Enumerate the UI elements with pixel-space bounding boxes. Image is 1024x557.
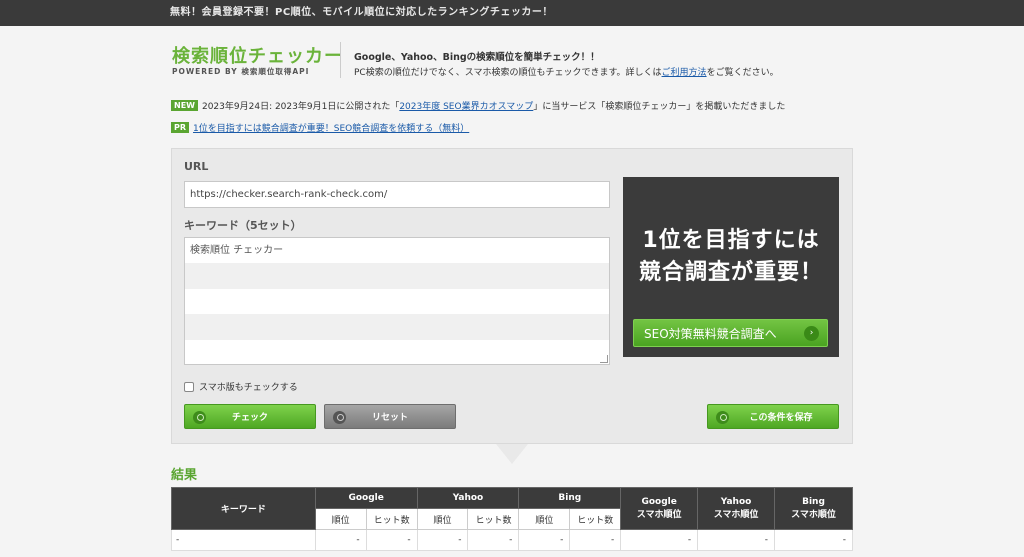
col-header-google-sp-l2: スマホ順位	[636, 510, 682, 520]
news-notice: NEW 2023年9月24日: 2023年9月1日に公開された「2023年度 SE…	[171, 99, 785, 112]
news-text: 2023年9月24日: 2023年9月1日に公開された「	[201, 102, 400, 112]
mobile-check-row[interactable]: スマホ版もチェックする	[184, 380, 298, 393]
keyword-label: キーワード（5セット）	[184, 219, 302, 232]
header-description: Google、Yahoo、Bingの検索順位を簡単チェック！！	[354, 52, 600, 63]
top-banner-text: 無料！会員登録不要！PC順位、モバイル順位に対応したランキングチェッカー！	[170, 7, 553, 18]
url-label: URL	[184, 160, 209, 173]
competitor-ad-banner[interactable]: 1位を目指すには 競合調査が重要！ SEO対策無料競合調査へ ›	[623, 177, 839, 357]
desc-text-after: をご覧ください。	[706, 68, 779, 78]
sub-header-hits: ヒット数	[365, 508, 418, 530]
chaos-map-link[interactable]: 2023年度 SEO業界カオスマップ	[399, 102, 533, 112]
col-header-bing-sp: Bing スマホ順位	[774, 487, 853, 530]
col-header-google-sp-l1: Google	[641, 497, 677, 507]
ad-headline: 1位を目指すには 競合調査が重要！	[623, 225, 839, 289]
top-banner: 無料！会員登録不要！PC順位、モバイル順位に対応したランキングチェッカー！	[0, 0, 1024, 26]
ad-headline-line2: 競合調査が重要！	[638, 260, 823, 285]
sub-header-hits: ヒット数	[467, 508, 520, 530]
col-header-bing: Bing	[518, 487, 622, 509]
save-button-label: この条件を保存	[749, 413, 813, 423]
ad-cta-label: SEO対策無料競合調査へ	[644, 326, 777, 341]
ad-cta-button[interactable]: SEO対策無料競合調査へ ›	[633, 319, 828, 347]
check-button-label: チェック	[231, 413, 268, 423]
result-cell: -	[518, 529, 571, 551]
keyword-line[interactable]	[185, 340, 609, 364]
check-icon	[193, 411, 206, 424]
reset-button[interactable]: リセット	[324, 404, 456, 429]
result-cell: -	[569, 529, 622, 551]
ad-headline-line1: 1位を目指すには	[642, 228, 820, 253]
pr-notice: PR 1位を目指すには競合調査が重要！SEO競合調査を依頼する（無料）	[171, 121, 469, 134]
header-divider	[340, 42, 341, 78]
keyword-line[interactable]	[185, 289, 609, 314]
news-text-after: 」に当サービス「検索順位チェッカー」を掲載いただきました	[533, 102, 786, 112]
desc-text: PC検索の順位だけでなく、スマホ検索の順位もチェックできます。詳しくは	[354, 68, 662, 78]
results-title: 結果	[171, 468, 198, 483]
keyword-textarea[interactable]: 検索順位 チェッカー	[184, 237, 610, 365]
keyword-line[interactable]	[185, 263, 609, 289]
result-cell: -	[314, 529, 367, 551]
site-logo-title[interactable]: 検索順位チェッカー	[172, 42, 343, 68]
col-header-bing-sp-l2: スマホ順位	[791, 510, 836, 520]
result-cell: -	[365, 529, 418, 551]
reset-button-label: リセット	[371, 413, 408, 423]
header-description-line2: PC検索の順位だけでなく、スマホ検索の順位もチェックできます。詳しくはご利用方法…	[354, 65, 779, 78]
panel-pointer	[496, 444, 528, 464]
result-cell: -	[416, 529, 469, 551]
site-logo-subtitle: POWERED BY 検索順位取得API	[172, 67, 310, 76]
sub-header-rank: 順位	[416, 508, 469, 530]
result-cell: -	[774, 529, 853, 551]
seo-competitor-link[interactable]: 1位を目指すには競合調査が重要！SEO競合調査を依頼する（無料）	[193, 124, 469, 134]
col-header-yahoo: Yahoo	[416, 487, 520, 509]
keyword-line[interactable]: 検索順位 チェッカー	[185, 238, 609, 263]
arrow-right-icon: ›	[804, 326, 819, 341]
table-row: - - - - - - - - - -	[171, 529, 853, 551]
new-badge: NEW	[171, 100, 198, 111]
col-header-bing-sp-l1: Bing	[802, 497, 825, 507]
keyword-line[interactable]	[185, 314, 609, 340]
col-header-google-sp: Google スマホ順位	[620, 487, 699, 530]
save-icon	[716, 411, 729, 424]
sub-header-rank: 順位	[314, 508, 367, 530]
pr-badge: PR	[171, 122, 190, 133]
usage-guide-link[interactable]: ご利用方法	[662, 68, 707, 78]
col-header-keyword: キーワード	[171, 487, 316, 530]
col-header-yahoo-sp-l2: スマホ順位	[713, 510, 759, 520]
col-header-yahoo-sp: Yahoo スマホ順位	[697, 487, 776, 530]
mobile-check-label[interactable]: スマホ版もチェックする	[199, 380, 298, 393]
result-cell: -	[620, 529, 699, 551]
result-cell-keyword: -	[171, 529, 316, 551]
reset-icon	[333, 411, 346, 424]
mobile-checkbox[interactable]	[184, 381, 194, 392]
sub-header-rank: 順位	[518, 508, 571, 530]
save-conditions-button[interactable]: この条件を保存	[707, 404, 839, 429]
col-header-google: Google	[314, 487, 418, 509]
url-input[interactable]	[184, 181, 610, 208]
check-button[interactable]: チェック	[184, 404, 316, 429]
col-header-yahoo-sp-l1: Yahoo	[720, 497, 752, 507]
sub-header-hits: ヒット数	[569, 508, 622, 530]
result-cell: -	[467, 529, 520, 551]
results-table: キーワード Google Yahoo Bing Google スマホ順位 Yaho…	[171, 487, 853, 551]
resize-handle-icon[interactable]	[600, 355, 608, 363]
result-cell: -	[697, 529, 776, 551]
